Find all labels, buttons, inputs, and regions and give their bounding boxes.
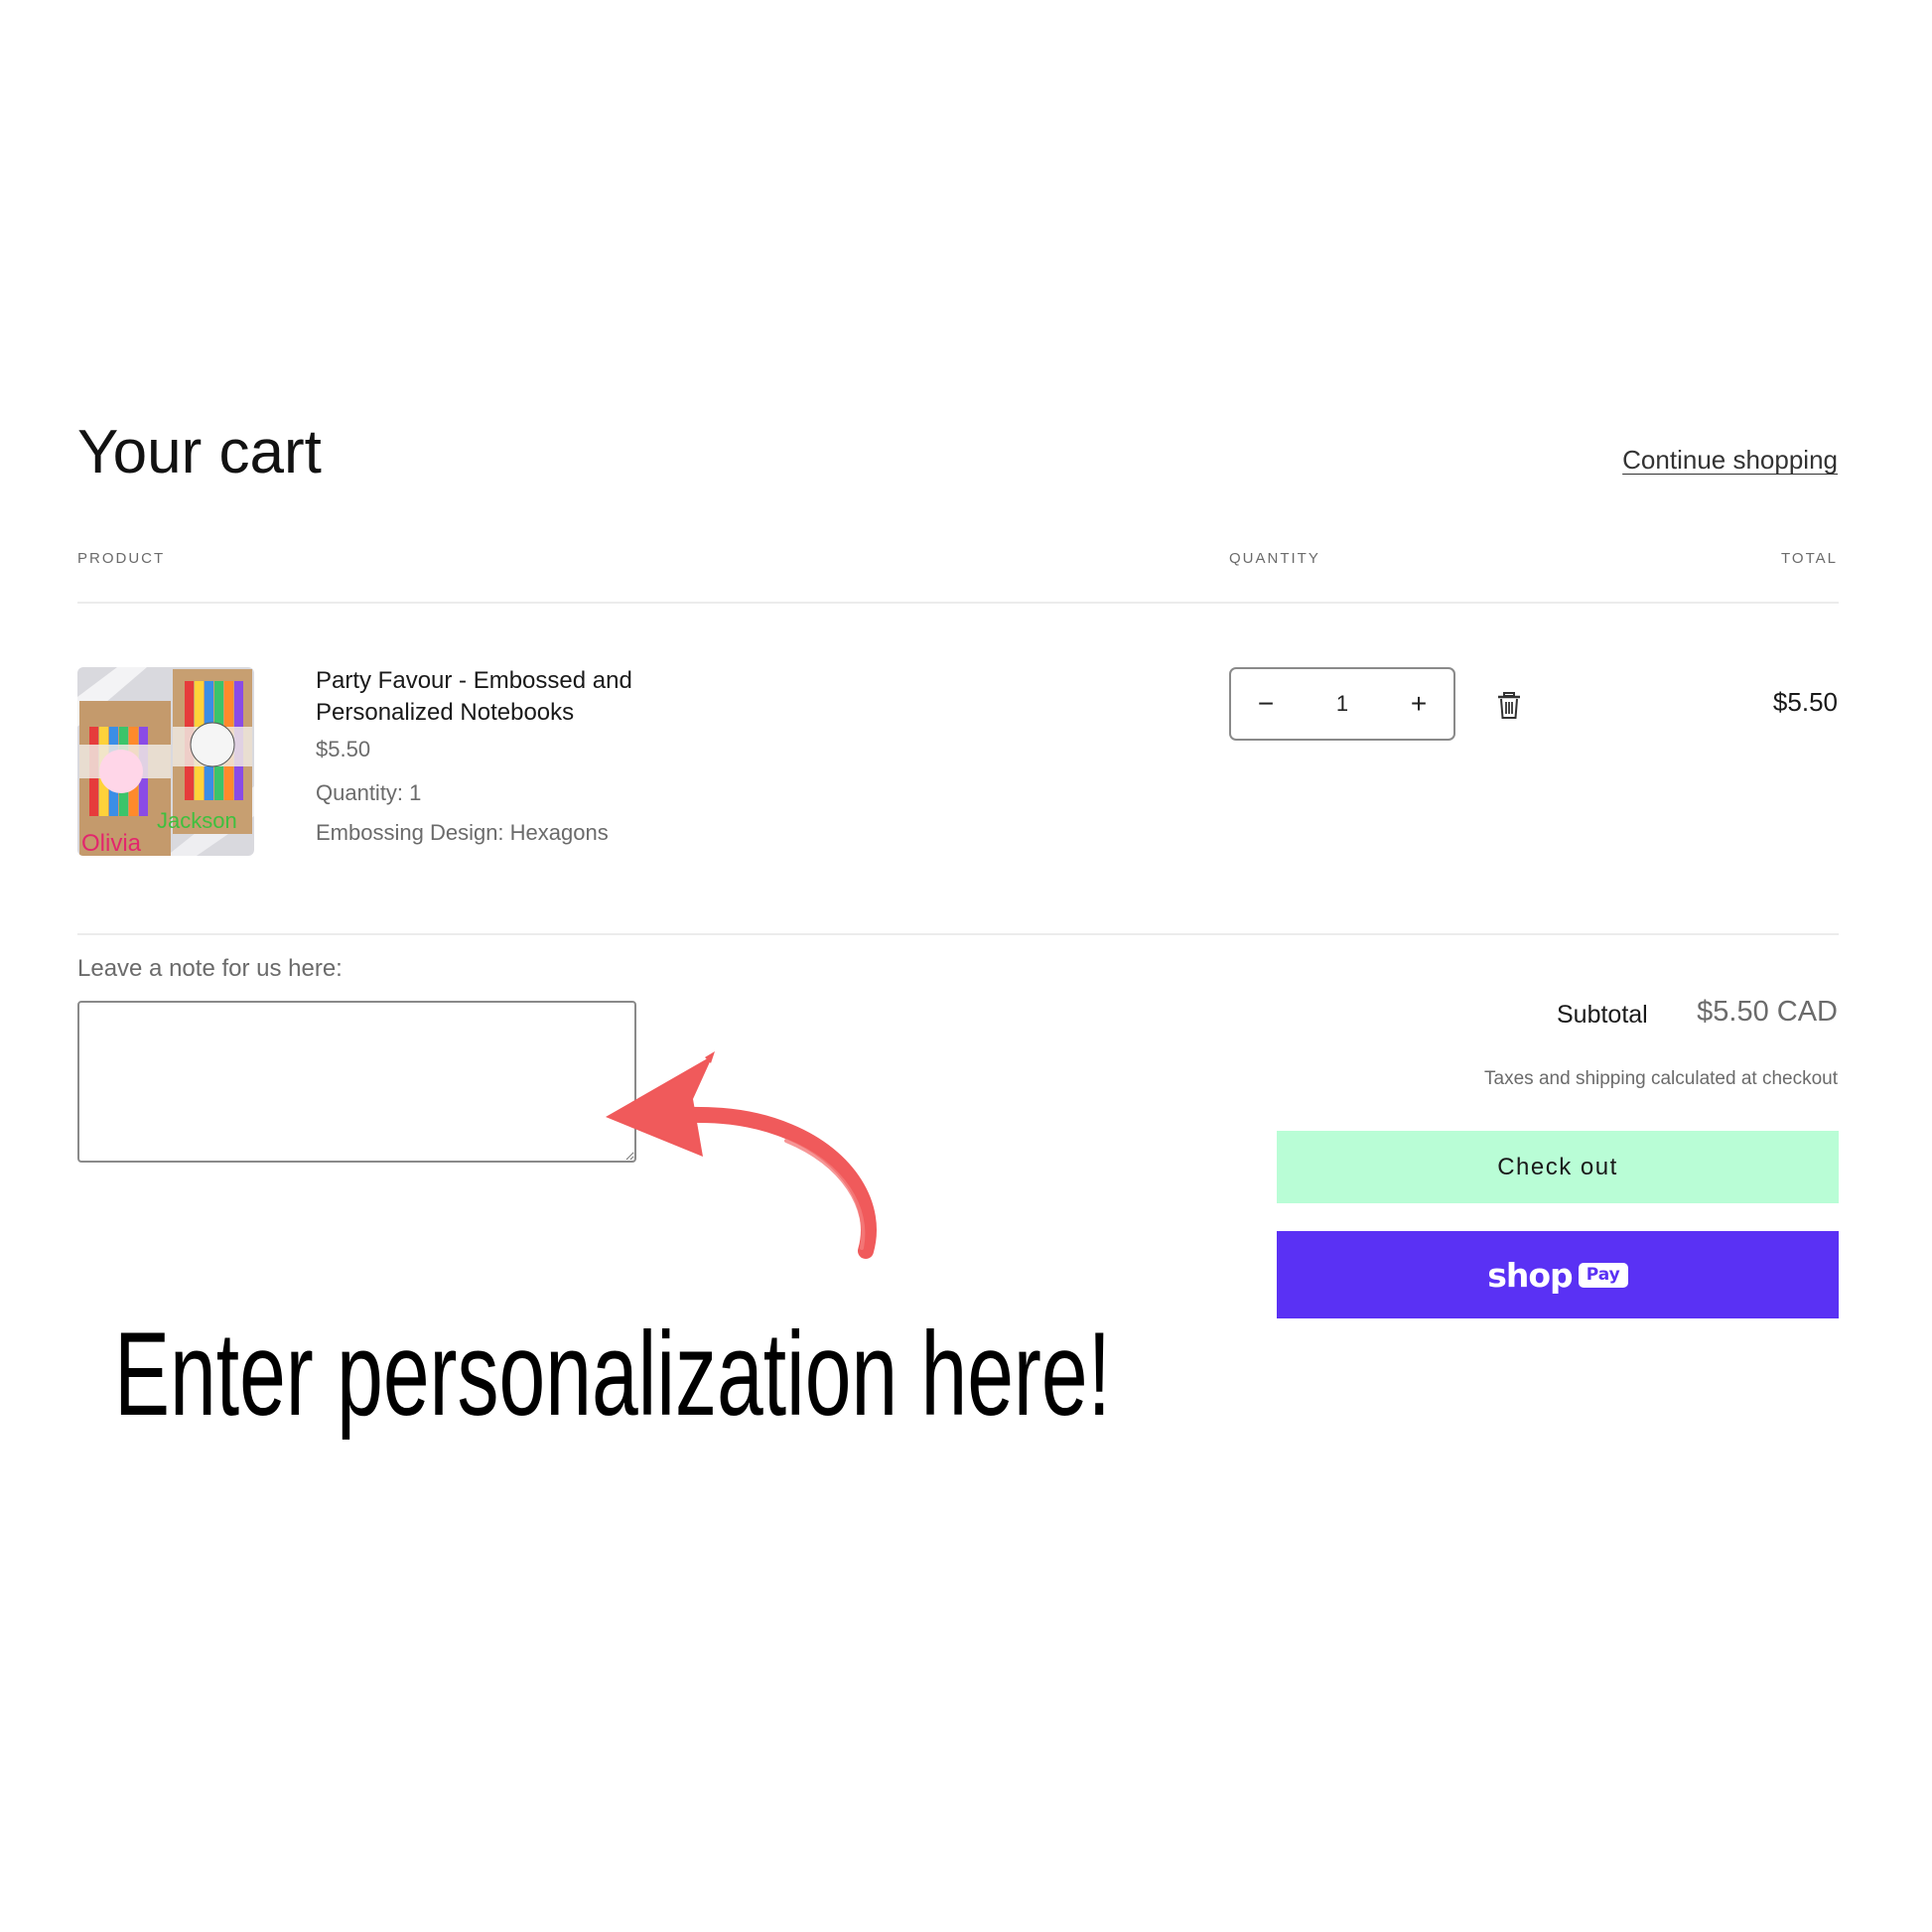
- checkout-button[interactable]: Check out: [1277, 1131, 1839, 1203]
- product-price: $5.50: [316, 737, 371, 761]
- checkout-button-label: Check out: [1497, 1153, 1618, 1180]
- subtotal-value: $5.50 CAD: [1697, 996, 1838, 1028]
- plus-icon: +: [1410, 688, 1428, 719]
- continue-shopping-link[interactable]: Continue shopping: [1622, 445, 1838, 476]
- shop-pay-logo-badge: Pay: [1578, 1262, 1628, 1288]
- thumb-label-jackson: Jackson: [157, 808, 237, 833]
- product-option-line: Embossing Design: Hexagons: [316, 820, 609, 845]
- column-header-product: PRODUCT: [77, 550, 166, 567]
- product-thumbnail[interactable]: Olivia Jackson: [77, 667, 254, 856]
- line-item-total: $5.50: [1772, 687, 1838, 717]
- trash-icon: [1498, 692, 1520, 719]
- header-divider: [77, 602, 1839, 604]
- quantity-decrease-button[interactable]: −: [1231, 669, 1301, 739]
- red-arrow-icon: [606, 1051, 877, 1259]
- quantity-input[interactable]: 1: [1301, 691, 1384, 717]
- note-label: Leave a note for us here:: [77, 955, 343, 982]
- column-header-quantity: QUANTITY: [1229, 550, 1320, 567]
- product-quantity-line: Quantity: 1: [316, 780, 422, 805]
- shop-pay-button[interactable]: shop Pay: [1277, 1231, 1839, 1318]
- subtotal-label: Subtotal: [1557, 1001, 1648, 1029]
- column-header-total: TOTAL: [1781, 550, 1838, 567]
- quantity-increase-button[interactable]: +: [1384, 669, 1453, 739]
- product-image: Olivia Jackson: [77, 667, 254, 856]
- shop-pay-logo-word: shop: [1487, 1255, 1573, 1295]
- remove-item-button[interactable]: [1497, 692, 1521, 720]
- minus-icon: −: [1257, 688, 1275, 719]
- quantity-stepper: − 1 +: [1229, 667, 1455, 741]
- annotation-text: Enter personalization here!: [114, 1308, 1111, 1441]
- page-title: Your cart: [77, 418, 322, 486]
- tax-note: Taxes and shipping calculated at checkou…: [1484, 1068, 1838, 1089]
- product-title-link[interactable]: Party Favour - Embossed and Personalized…: [316, 665, 733, 729]
- thumb-label-olivia: Olivia: [81, 830, 142, 856]
- order-note-textarea[interactable]: [77, 1001, 636, 1163]
- items-divider: [77, 933, 1839, 935]
